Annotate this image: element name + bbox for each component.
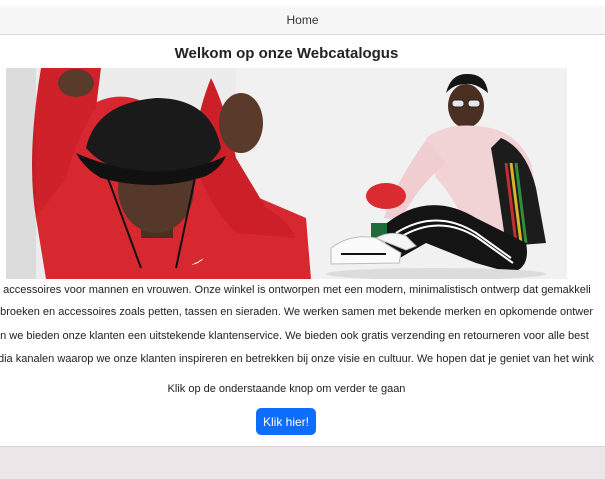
- intro-paragraph-line: dia kanalen waarop we onze klanten inspi…: [0, 353, 595, 365]
- nav-home-link[interactable]: Home: [286, 13, 318, 27]
- page-title: Welkom op onze Webcatalogus: [174, 45, 399, 62]
- intro-paragraph-line: , broeken en accessoires zoals petten, t…: [0, 306, 594, 318]
- continue-button[interactable]: Klik hier!: [256, 408, 316, 435]
- cta-instruction: Klik op de onderstaande knop om verder t…: [167, 383, 406, 395]
- hero-image: [6, 68, 567, 279]
- main-content: Welkom op onze Webcatalogus n accessoire…: [0, 35, 605, 447]
- intro-paragraph-line: en we bieden onze klanten een uitstekend…: [0, 330, 589, 342]
- navbar: Home: [0, 6, 605, 35]
- page: Home Welkom op onze Webcatalogus n acces…: [0, 0, 605, 479]
- intro-paragraph-line: n accessoires voor mannen en vrouwen. On…: [0, 284, 591, 296]
